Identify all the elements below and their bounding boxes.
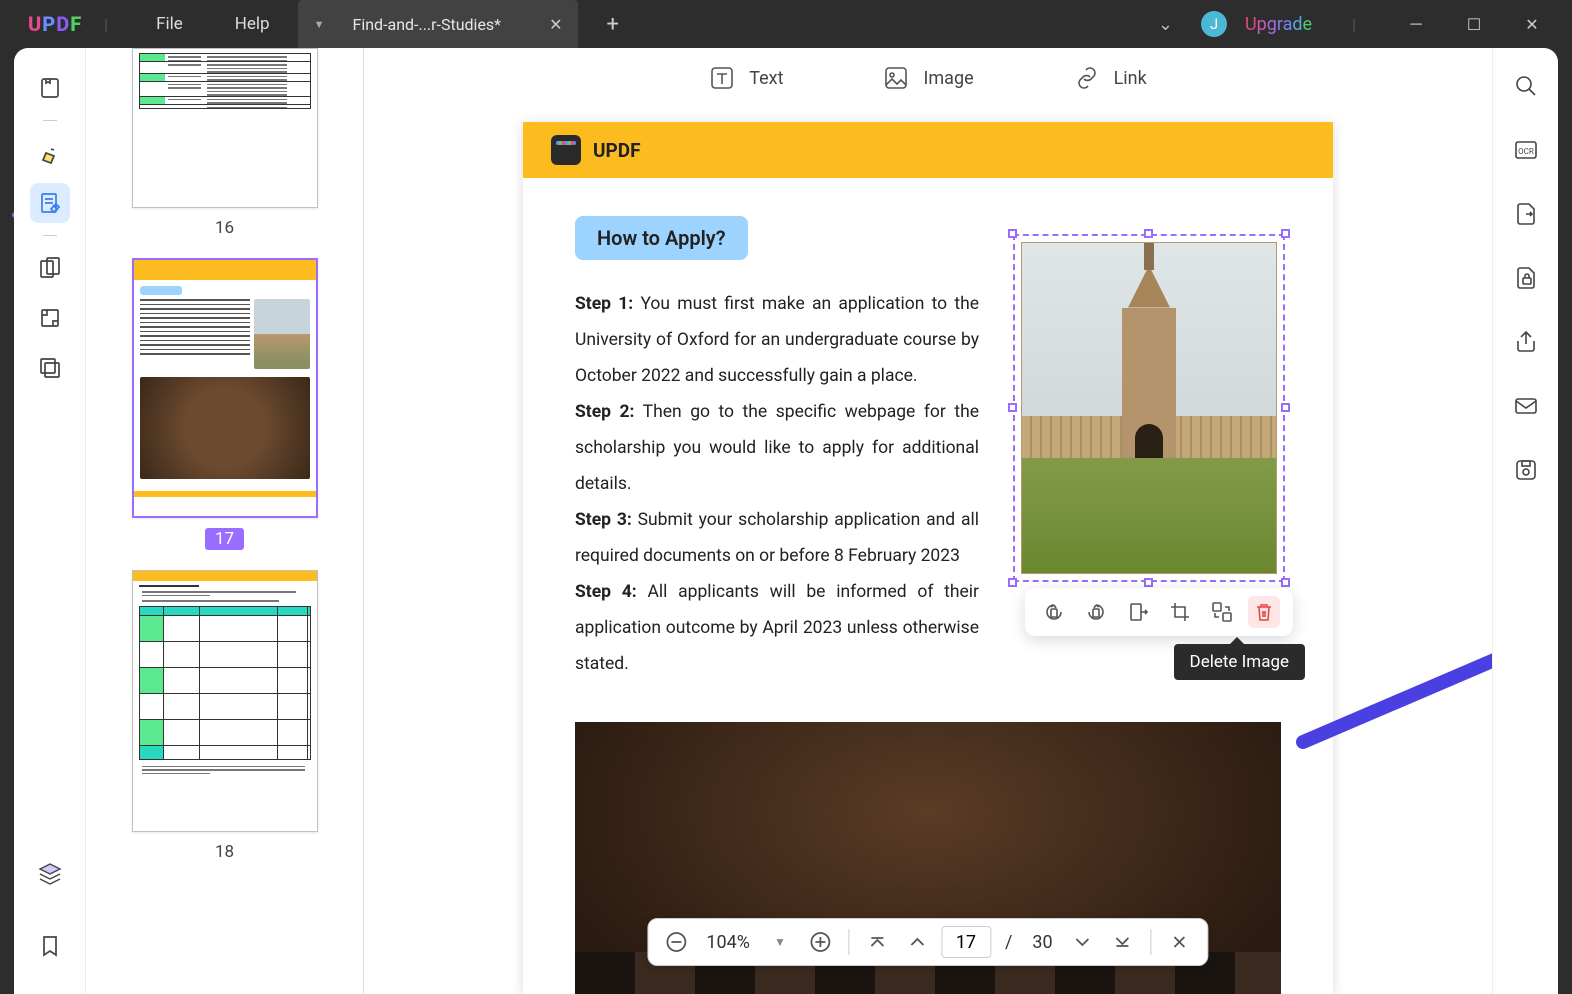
resize-handle[interactable]	[1008, 403, 1017, 412]
user-avatar[interactable]: J	[1201, 11, 1227, 37]
edit-text-label: Text	[749, 68, 783, 89]
delete-tooltip: Delete Image	[1174, 644, 1305, 680]
add-tab-button[interactable]: +	[606, 12, 618, 37]
thumbnail-number: 17	[205, 528, 244, 550]
share-button[interactable]	[1508, 324, 1544, 360]
prev-page-button[interactable]	[901, 926, 933, 958]
protect-button[interactable]	[1508, 260, 1544, 296]
last-page-button[interactable]	[1107, 926, 1139, 958]
menu-file[interactable]: File	[130, 14, 209, 34]
redact-tool[interactable]	[30, 348, 70, 388]
resize-handle[interactable]	[1281, 229, 1290, 238]
zoom-level: 104%	[700, 932, 756, 953]
left-toolbar	[14, 48, 86, 994]
resize-handle[interactable]	[1144, 229, 1153, 238]
main-area: 16 17	[14, 48, 1558, 994]
separator: |	[1352, 15, 1356, 34]
search-button[interactable]	[1508, 68, 1544, 104]
rotate-right-button[interactable]	[1080, 596, 1112, 628]
right-toolbar: OCR	[1492, 48, 1558, 994]
document-tab[interactable]: ▼ Find-and-...r-Studies* ✕	[298, 0, 579, 48]
edit-link-label: Link	[1114, 68, 1147, 89]
resize-handle[interactable]	[1281, 403, 1290, 412]
svg-text:OCR: OCR	[1518, 147, 1534, 156]
edit-image-label: Image	[923, 68, 973, 89]
selected-image[interactable]	[1013, 234, 1285, 582]
convert-button[interactable]	[1508, 196, 1544, 232]
rotate-left-button[interactable]	[1038, 596, 1070, 628]
how-to-apply-badge: How to Apply?	[575, 216, 748, 260]
thumbnail-page-16[interactable]: 16	[132, 48, 318, 238]
page-controls: 104% ▼ / 30	[647, 918, 1208, 966]
image-edit-toolbar	[1025, 588, 1293, 636]
resize-handle[interactable]	[1281, 578, 1290, 587]
upgrade-button[interactable]: Upgrade	[1245, 14, 1312, 35]
maximize-button[interactable]: ☐	[1454, 15, 1494, 34]
close-controls-button[interactable]	[1164, 926, 1196, 958]
page-input[interactable]	[941, 926, 991, 958]
zoom-out-button[interactable]	[660, 926, 692, 958]
updf-logo-icon	[551, 135, 581, 165]
crop-tool[interactable]	[30, 298, 70, 338]
edit-text-button[interactable]: Text	[709, 65, 783, 91]
zoom-dropdown[interactable]: ▼	[764, 926, 796, 958]
close-button[interactable]: ✕	[1512, 15, 1552, 34]
ocr-button[interactable]: OCR	[1508, 132, 1544, 168]
page-separator: /	[999, 932, 1018, 953]
edit-tool[interactable]	[30, 183, 70, 223]
resize-handle[interactable]	[1008, 578, 1017, 587]
tab-close-icon[interactable]: ✕	[549, 15, 562, 34]
thumbnail-panel: 16 17	[86, 48, 364, 994]
resize-handle[interactable]	[1144, 578, 1153, 587]
email-button[interactable]	[1508, 388, 1544, 424]
next-page-button[interactable]	[1067, 926, 1099, 958]
bookmark-button[interactable]	[30, 926, 70, 966]
minimize-button[interactable]: ─	[1396, 14, 1436, 34]
separator: |	[104, 15, 108, 34]
layers-button[interactable]	[30, 854, 70, 894]
pdf-page: UPDF How to Apply? Step 1: You must firs…	[523, 122, 1333, 994]
chevron-down-icon[interactable]: ⌄	[1158, 14, 1173, 35]
thumbnail-page-17[interactable]: 17	[132, 258, 318, 550]
total-pages: 30	[1026, 932, 1058, 953]
organize-tool[interactable]	[30, 248, 70, 288]
thumbnail-number: 16	[132, 218, 318, 238]
replace-image-button[interactable]	[1206, 596, 1238, 628]
titlebar: UPDF | File Help ▼ Find-and-...r-Studies…	[0, 0, 1572, 48]
document-area: Text Image Link UPDF How to Apply?	[364, 48, 1492, 994]
thumbnail-page-18[interactable]: 18	[132, 570, 318, 862]
document-canvas[interactable]: UPDF How to Apply? Step 1: You must firs…	[364, 108, 1492, 994]
page-banner: UPDF	[523, 122, 1333, 178]
menu-help[interactable]: Help	[209, 14, 296, 34]
edit-image-button[interactable]: Image	[883, 65, 973, 91]
steps-text: Step 1: You must first make an applicati…	[575, 286, 979, 683]
brand-label: UPDF	[593, 139, 641, 162]
comment-tool[interactable]	[30, 133, 70, 173]
extract-image-button[interactable]	[1122, 596, 1154, 628]
delete-image-button[interactable]	[1248, 596, 1280, 628]
edit-link-button[interactable]: Link	[1074, 65, 1147, 91]
crop-image-button[interactable]	[1164, 596, 1196, 628]
edit-toolbar: Text Image Link	[364, 48, 1492, 108]
tab-dropdown-icon[interactable]: ▼	[314, 18, 325, 31]
reader-tool[interactable]	[30, 68, 70, 108]
save-button[interactable]	[1508, 452, 1544, 488]
tab-title: Find-and-...r-Studies*	[352, 15, 501, 34]
resize-handle[interactable]	[1008, 229, 1017, 238]
thumbnail-number: 18	[132, 842, 318, 862]
zoom-in-button[interactable]	[804, 926, 836, 958]
app-logo: UPDF	[28, 12, 82, 36]
first-page-button[interactable]	[861, 926, 893, 958]
